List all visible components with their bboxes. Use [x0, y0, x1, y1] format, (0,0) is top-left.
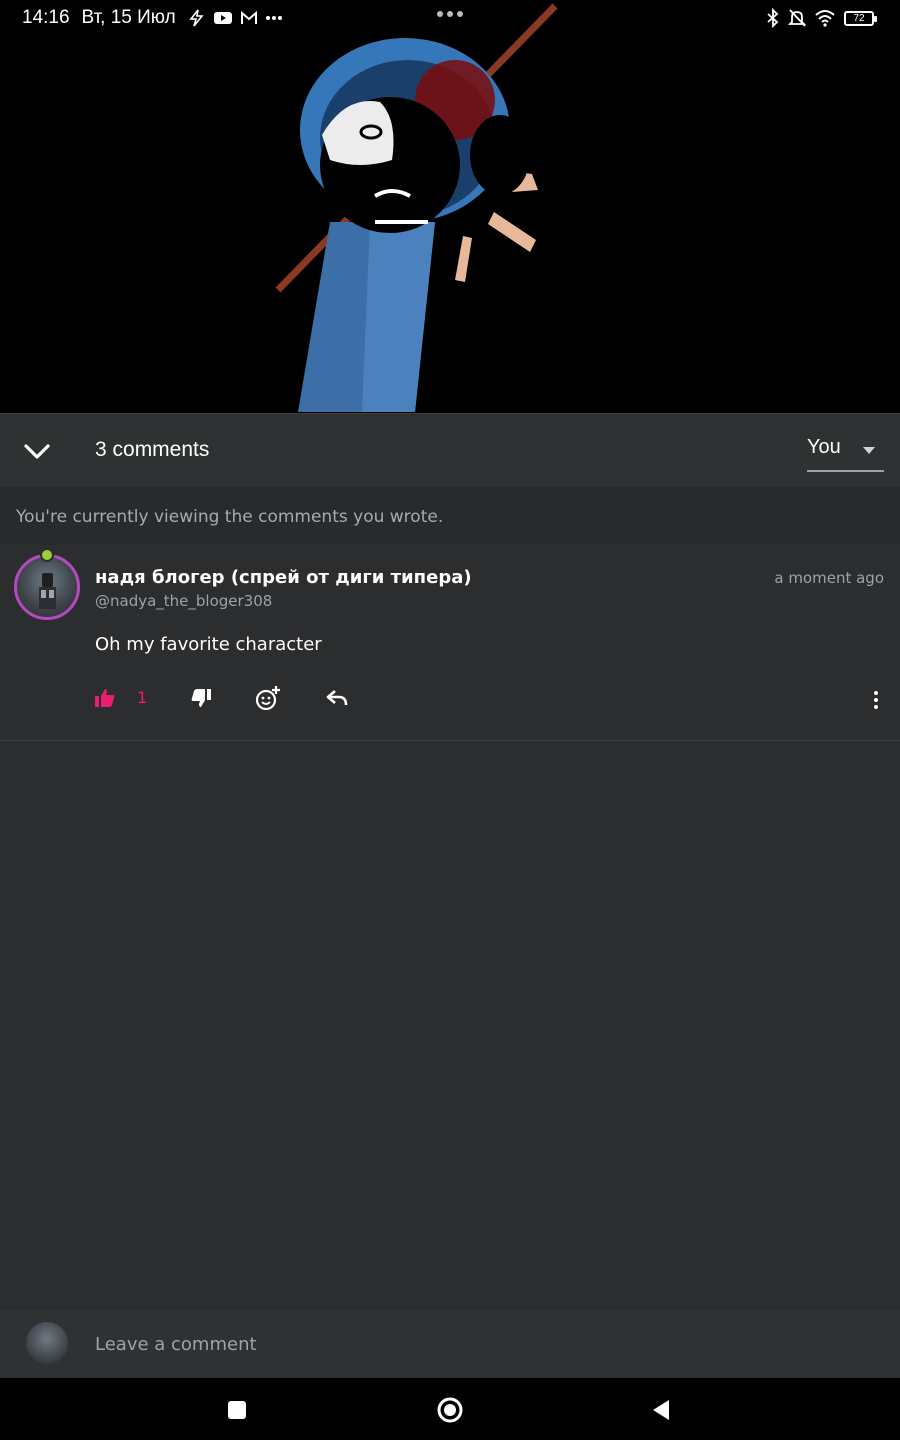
thumbs-up-icon — [95, 689, 115, 707]
reply-icon — [326, 690, 348, 706]
thumbs-down-icon — [191, 689, 211, 707]
system-nav-bar — [0, 1378, 900, 1440]
notification-icons — [188, 9, 283, 27]
more-notifications-icon — [265, 16, 282, 20]
recents-icon — [228, 1401, 246, 1419]
more-vert-icon[interactable] — [870, 687, 882, 713]
info-text: You're currently viewing the comments yo… — [16, 507, 444, 527]
dislike-button[interactable] — [188, 685, 214, 711]
info-banner: You're currently viewing the comments yo… — [0, 487, 900, 545]
video-preview[interactable]: 14:16 Вт, 15 Июл 72 — [0, 0, 900, 413]
youtube-icon — [213, 12, 232, 24]
reply-button[interactable] — [324, 685, 350, 711]
battery-icon: 72 — [844, 10, 877, 26]
recents-button[interactable] — [223, 1396, 251, 1424]
comments-header: 3 comments You — [0, 413, 900, 487]
comment-author[interactable]: надя блогер (спрей от диги типера) — [95, 567, 472, 588]
avatar[interactable] — [14, 554, 80, 620]
comment-text: Oh my favorite character — [95, 634, 322, 655]
comment-actions: 1 — [0, 685, 900, 715]
window-handle-icon[interactable] — [436, 10, 464, 18]
comments-count: 3 comments — [95, 438, 210, 461]
back-button[interactable] — [647, 1396, 675, 1424]
filter-selected-value: You — [807, 436, 841, 458]
status-bar: 14:16 Вт, 15 Июл 72 — [0, 0, 900, 36]
status-time: 14:16 — [22, 7, 70, 28]
user-avatar — [26, 1322, 68, 1364]
caret-down-icon — [863, 447, 875, 454]
home-icon — [437, 1397, 463, 1423]
comment-time: a moment ago — [774, 569, 884, 587]
wifi-icon — [815, 10, 835, 27]
like-count: 1 — [137, 688, 148, 707]
character-artwork — [275, 3, 558, 412]
bell-muted-icon — [788, 9, 806, 27]
system-icons: 72 — [766, 8, 877, 28]
bluetooth-icon — [767, 8, 779, 28]
add-reaction-button[interactable] — [255, 685, 281, 711]
back-icon — [653, 1400, 669, 1420]
comment-item: надя блогер (спрей от диги типера) @nady… — [0, 545, 900, 741]
avatar-badge-icon — [40, 548, 54, 562]
status-date: Вт, 15 Июл — [81, 7, 176, 28]
comment-input[interactable] — [95, 1328, 855, 1360]
chevron-down-icon[interactable] — [22, 436, 52, 466]
avatar-figure — [39, 573, 56, 609]
add-reaction-icon — [255, 686, 280, 711]
home-button[interactable] — [436, 1396, 464, 1424]
comment-handle[interactable]: @nadya_the_bloger308 — [95, 592, 272, 610]
comment-composer — [0, 1310, 900, 1378]
like-button[interactable] — [92, 685, 118, 711]
gmail-icon — [240, 10, 257, 24]
flash-icon — [189, 9, 204, 27]
comments-filter-dropdown[interactable]: You — [807, 436, 884, 472]
